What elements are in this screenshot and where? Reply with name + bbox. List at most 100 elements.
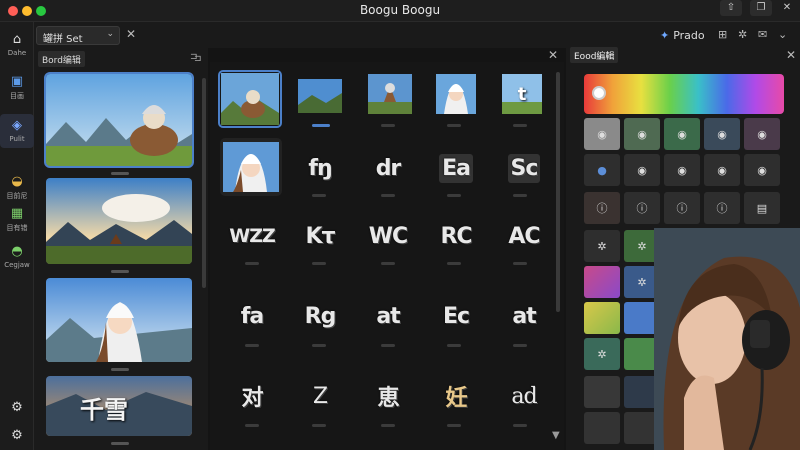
swatch[interactable]: ◉	[584, 118, 620, 150]
grid-cell[interactable]: Ea	[432, 146, 480, 190]
grid-cell[interactable]: WZZ	[228, 214, 276, 258]
grid-cell[interactable]: Sc	[500, 146, 548, 190]
gift-icon: ▦	[10, 206, 24, 221]
share-icon[interactable]: ⇧	[720, 0, 742, 16]
grid-cell-text: WZZ	[229, 225, 276, 247]
grid-cell-label	[447, 424, 461, 427]
swatch[interactable]: ◉	[744, 118, 780, 150]
swatch[interactable]: ⓘ	[664, 192, 700, 224]
grid-cell[interactable]: t	[498, 72, 546, 116]
grid-cell-label	[381, 124, 395, 127]
swatch[interactable]: ✲	[584, 230, 620, 262]
grid-cell[interactable]: RC	[432, 214, 480, 258]
grid-cell-text: Kτ	[305, 223, 335, 249]
close-panel-icon[interactable]: ✕	[786, 48, 796, 62]
swatch[interactable]: ◉	[664, 118, 700, 150]
swatch[interactable]	[584, 266, 620, 298]
close-app-icon[interactable]: ✕	[776, 0, 798, 16]
grid-icon[interactable]: ⊞	[718, 28, 727, 41]
swatch[interactable]: ⓘ	[584, 192, 620, 224]
grid-cell[interactable]: 恵	[364, 374, 412, 418]
collapse-icon[interactable]: ⊐	[194, 54, 202, 64]
scroll-down-icon[interactable]: ▼	[552, 430, 560, 441]
swatch[interactable]	[584, 412, 620, 444]
grid-cell[interactable]	[220, 138, 282, 196]
grid-cell[interactable]	[296, 74, 344, 118]
nav-item-gift[interactable]: ▦ 目有错	[0, 206, 34, 233]
grid-cell[interactable]: Ec	[432, 294, 480, 338]
nav-label: 目前尼	[6, 192, 28, 200]
grid-cell-label	[312, 194, 326, 197]
board-thumb-text[interactable]: 千雪	[46, 376, 192, 436]
grid-cell[interactable]	[432, 72, 480, 116]
grid-cell[interactable]: Z	[296, 374, 344, 418]
grid-cell[interactable]: 对	[228, 374, 276, 418]
swatch[interactable]: ⓘ	[624, 192, 660, 224]
grid-scrollbar[interactable]	[556, 72, 560, 312]
swatch[interactable]: ◉	[624, 154, 660, 186]
grid-cell-label	[513, 344, 527, 347]
spectrum-handle[interactable]	[592, 86, 606, 100]
grid-cell[interactable]: Kτ	[296, 214, 344, 258]
grid-cell-text: Ec	[442, 303, 470, 329]
grid-cell-label	[245, 262, 259, 265]
grid-cell[interactable]: AC	[500, 214, 548, 258]
copy-icon[interactable]: ❐	[750, 0, 772, 16]
swatch[interactable]: ◉	[664, 154, 700, 186]
grid-cell-label	[513, 124, 527, 127]
grid-cell[interactable]: dr	[364, 146, 412, 190]
nav-item-preferences[interactable]: ⚙	[0, 428, 34, 444]
grid-cell[interactable]	[218, 70, 282, 128]
swatch[interactable]: ◉	[624, 118, 660, 150]
board-thumb-sunset[interactable]	[46, 178, 192, 264]
board-panel: Bord编辑 ⊐ 千雪	[34, 48, 208, 450]
grid-cell[interactable]: fa	[228, 294, 276, 338]
grid-cell-text: at	[376, 303, 400, 329]
mail-icon[interactable]: ✉	[758, 28, 767, 41]
nav-label: 目有错	[6, 224, 28, 232]
swatch[interactable]	[584, 302, 620, 334]
close-panel-icon[interactable]: ✕	[548, 48, 558, 62]
nav-item-board[interactable]: ▣ 目画	[0, 74, 34, 101]
nav-item-pot[interactable]: ◓ Cegjaw	[0, 244, 34, 269]
grid-cell-text: Z	[312, 383, 328, 409]
prado-button[interactable]: ✦ Prado	[660, 29, 705, 42]
grid-cell[interactable]	[366, 72, 414, 116]
board-thumb-mountain[interactable]	[44, 72, 194, 168]
nav-item-pulit[interactable]: ◈ Pulit	[0, 114, 34, 148]
grid-cell-text: at	[512, 303, 536, 329]
grid-cell[interactable]: at	[500, 294, 548, 338]
grid-cell[interactable]: at	[364, 294, 412, 338]
grid-cell-label	[245, 424, 259, 427]
swatch[interactable]: ●	[584, 154, 620, 186]
nav-item-settings[interactable]: ⚙	[0, 400, 34, 416]
nav-item-bowl[interactable]: ◒ 目前尼	[0, 174, 34, 201]
board-thumb-anime-girl[interactable]	[46, 278, 192, 362]
swatch[interactable]: ◉	[704, 118, 740, 150]
grid-cell[interactable]: WC	[364, 214, 412, 258]
swatch[interactable]: ⓘ	[704, 192, 740, 224]
swatch[interactable]: ▤	[744, 192, 780, 224]
swatch[interactable]: ◉	[704, 154, 740, 186]
grid-cell[interactable]: 妊	[432, 374, 480, 418]
nav-label: Cegjaw	[4, 261, 30, 269]
grid-cell[interactable]: ad	[500, 374, 548, 418]
grid-cell-label	[312, 124, 330, 127]
swatch[interactable]: ✲	[584, 338, 620, 370]
swatch[interactable]	[584, 376, 620, 408]
grid-cell[interactable]: fŋ	[296, 146, 344, 190]
board-thumb-text-label: 千雪	[80, 396, 128, 424]
color-spectrum-slider[interactable]	[584, 74, 784, 114]
set-select[interactable]: 罐拼 Set ⌄	[36, 26, 120, 45]
settings-icon[interactable]: ✲	[738, 28, 747, 41]
swatch[interactable]: ◉	[744, 154, 780, 186]
close-tab-icon[interactable]: ✕	[126, 27, 136, 41]
grid-cell-text: 对	[241, 385, 263, 411]
nav-label: Dahe	[7, 49, 27, 57]
nav-item-home[interactable]: ⌂ Dahe	[0, 32, 34, 57]
grid-cell[interactable]: Rg	[296, 294, 344, 338]
chevron-down-icon: ⌄	[106, 29, 114, 39]
chevron-down-icon[interactable]: ⌄	[778, 28, 787, 41]
board-scrollbar[interactable]	[202, 78, 206, 288]
thumb-handle	[111, 368, 129, 371]
